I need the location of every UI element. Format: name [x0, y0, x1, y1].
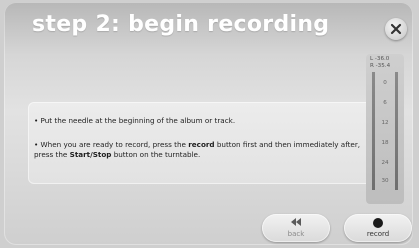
- back-label: back: [287, 230, 305, 238]
- close-button[interactable]: [385, 18, 407, 40]
- record-label: record: [366, 230, 390, 238]
- close-icon: [390, 23, 402, 35]
- step-title: step 2: begin recording: [32, 12, 330, 37]
- meter-tick: 6: [383, 100, 387, 106]
- meter-tick: 24: [381, 160, 389, 166]
- instruction-text-2a: When you are ready to record, press the: [40, 140, 189, 149]
- instruction-item-1: • Put the needle at the beginning of the…: [34, 116, 364, 126]
- instruction-text-1: Put the needle at the beginning of the a…: [40, 116, 236, 125]
- record-dot-icon: [373, 218, 383, 228]
- app-window: step 2: begin recording • Put the needle…: [0, 0, 419, 248]
- left-level-readout: L -36.0: [370, 56, 390, 62]
- meter-tick: 12: [381, 120, 389, 126]
- instructions-box: • Put the needle at the beginning of the…: [28, 102, 373, 184]
- bullet-mark: •: [34, 140, 39, 149]
- meter-tick: 30: [381, 178, 389, 184]
- right-level-bar: [395, 72, 398, 190]
- left-level-bar: [372, 72, 375, 190]
- start-stop-keyword: Start/Stop: [69, 150, 112, 159]
- back-button[interactable]: back: [262, 214, 330, 242]
- record-keyword: record: [188, 140, 215, 149]
- rewind-icon: [291, 218, 301, 226]
- dialog-panel: step 2: begin recording • Put the needle…: [4, 2, 413, 245]
- instruction-text-2c: button on the turntable.: [111, 150, 201, 159]
- meter-tick: 0: [383, 80, 387, 86]
- meter-tick: 18: [381, 140, 389, 146]
- level-meter: L -36.0 R -35.4 0 6 12 18 24 30: [366, 54, 404, 204]
- right-level-readout: R -35.4: [370, 63, 391, 69]
- instruction-item-2: • When you are ready to record, press th…: [34, 140, 364, 160]
- bullet-mark: •: [34, 116, 39, 125]
- record-button[interactable]: record: [344, 214, 412, 242]
